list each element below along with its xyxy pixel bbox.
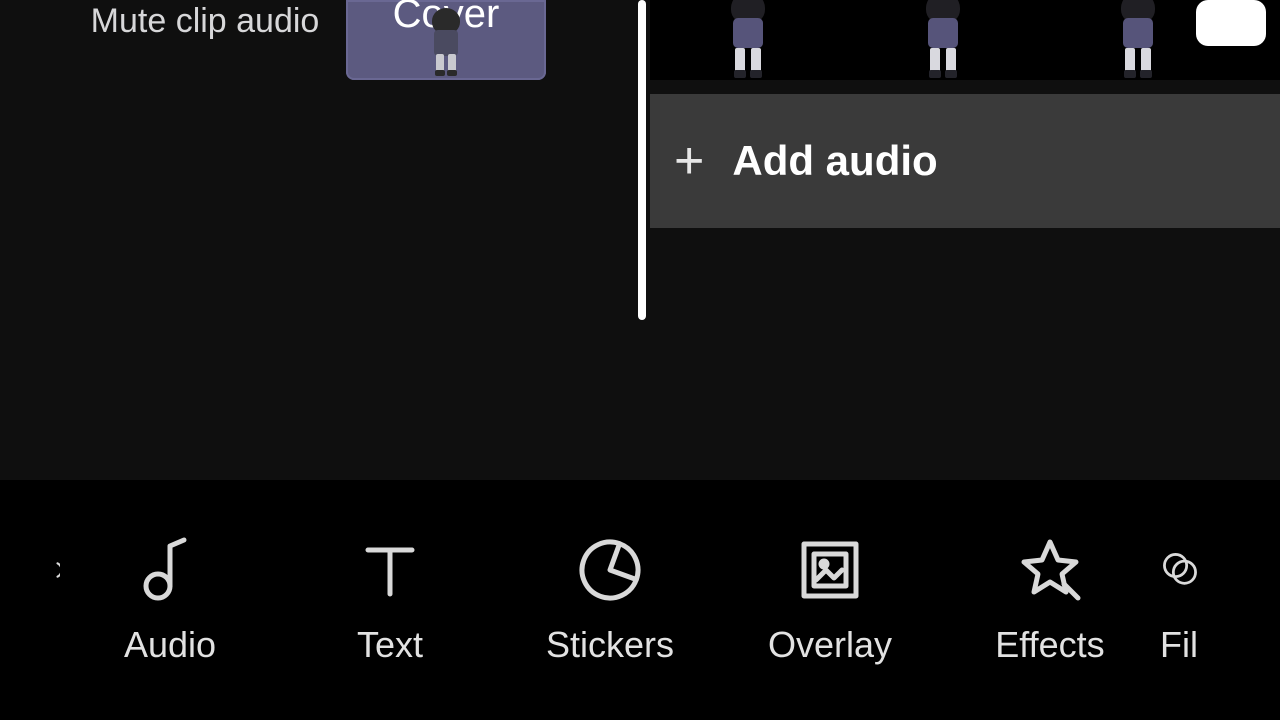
add-clip-button[interactable] — [1196, 0, 1266, 46]
plus-icon: + — [674, 135, 704, 187]
cover-thumbnail[interactable]: Cover — [346, 0, 546, 80]
edit-icon — [30, 534, 60, 606]
toolbar-item-effects[interactable]: Effects — [940, 534, 1160, 666]
toolbar-item-stickers[interactable]: Stickers — [500, 534, 720, 666]
overlay-icon — [794, 534, 866, 606]
toolbar-label: Stickers — [546, 624, 674, 666]
mute-clip-audio-button[interactable]: Mute clip audio — [80, 0, 330, 42]
video-track[interactable] — [650, 0, 1280, 80]
toolbar-label: Fil — [1160, 624, 1198, 666]
toolbar-item-filters[interactable]: Fil — [1160, 534, 1220, 666]
toolbar-item-edit[interactable]: . — [0, 534, 60, 666]
toolbar-label: Audio — [124, 624, 216, 666]
text-icon — [354, 534, 426, 606]
toolbar-item-audio[interactable]: Audio — [60, 534, 280, 666]
toolbar-item-text[interactable]: Text — [280, 534, 500, 666]
toolbar-item-overlay[interactable]: Overlay — [720, 534, 940, 666]
video-frame — [650, 0, 845, 80]
bottom-toolbar: . Audio Text Stickers Overlay Effects — [0, 480, 1280, 720]
playhead[interactable] — [638, 0, 646, 320]
filter-icon — [1160, 534, 1200, 606]
timeline-area: Mute clip audio Cover + Add audio — [0, 0, 1280, 480]
add-audio-track[interactable]: + Add audio — [650, 94, 1280, 228]
video-frame — [845, 0, 1040, 80]
effects-icon — [1014, 534, 1086, 606]
add-audio-label: Add audio — [732, 137, 937, 185]
sticker-icon — [574, 534, 646, 606]
toolbar-label: Text — [357, 624, 423, 666]
music-note-icon — [134, 534, 206, 606]
toolbar-label: Overlay — [768, 624, 892, 666]
toolbar-label: Effects — [995, 624, 1104, 666]
